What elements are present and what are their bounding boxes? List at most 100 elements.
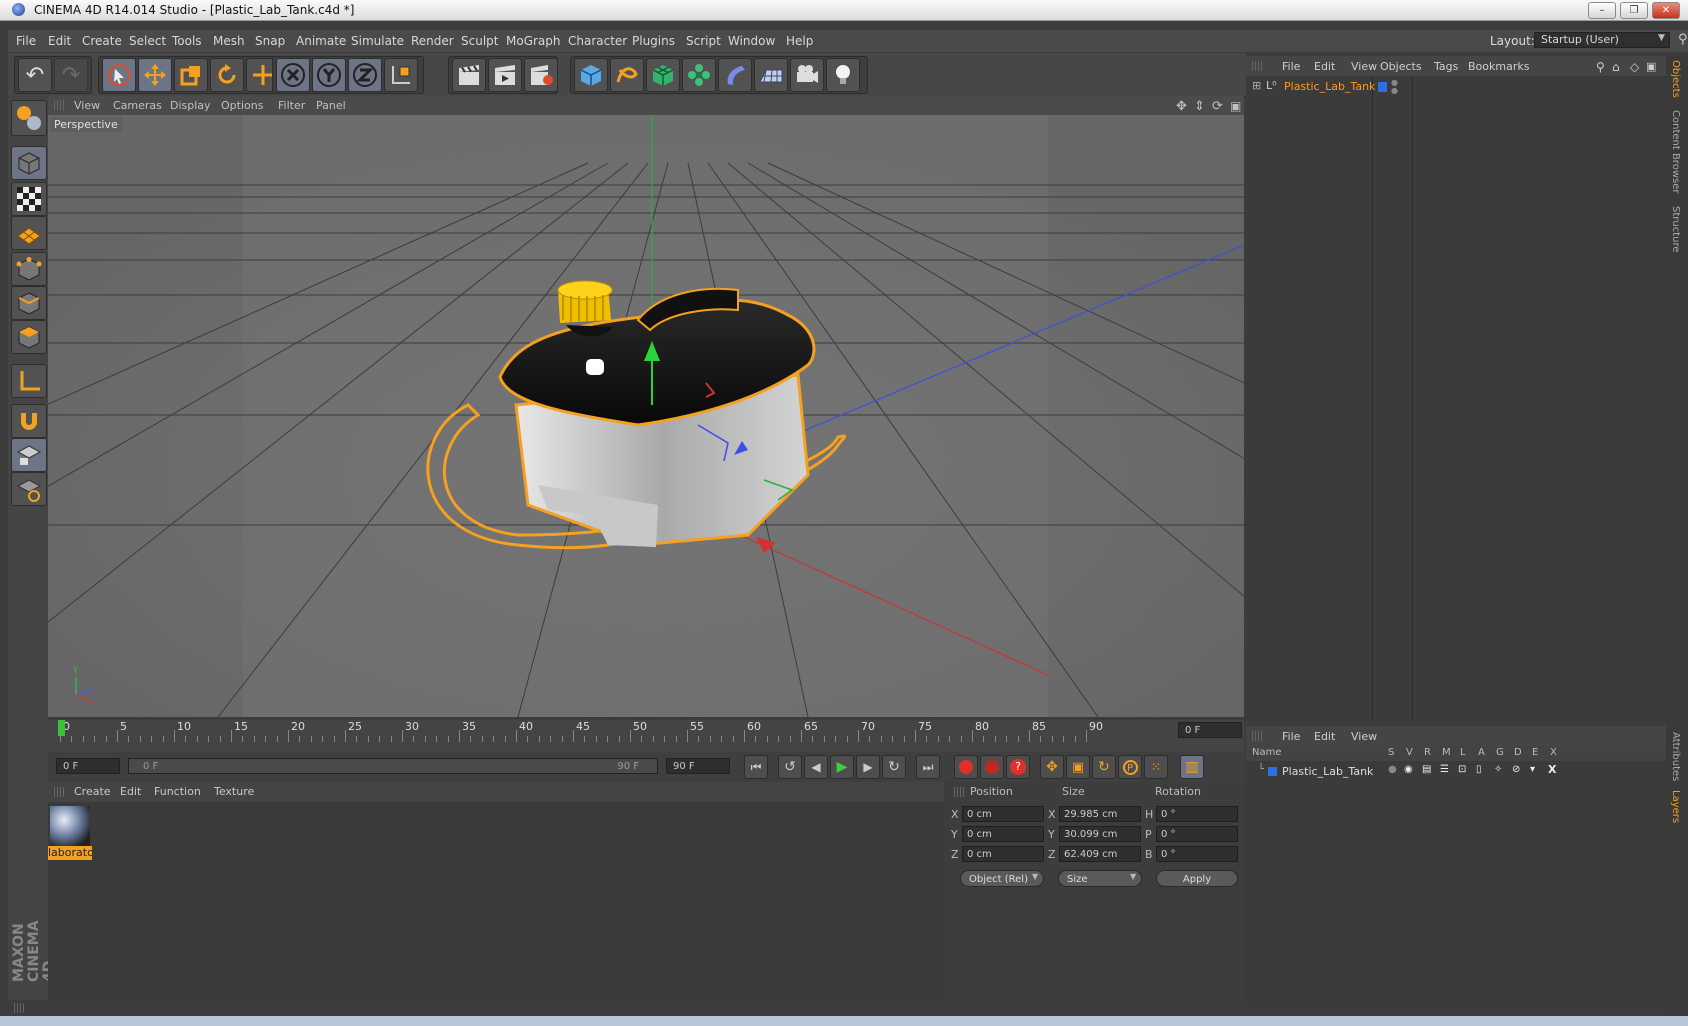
record-keys-button[interactable] [954, 755, 978, 779]
menu-file[interactable]: File [16, 34, 36, 48]
coordinate-system-button[interactable] [384, 58, 418, 92]
spline-button[interactable] [610, 58, 644, 92]
position-z-field[interactable]: 0 cm [962, 846, 1044, 862]
layer-expression-icon[interactable]: ▾ [1530, 764, 1535, 775]
home-icon[interactable]: ⌂ [1612, 60, 1620, 74]
y-axis-button[interactable] [312, 58, 346, 92]
model-mode-button[interactable] [11, 146, 47, 180]
layer-animation-icon[interactable]: ▯ [1476, 764, 1482, 775]
material-menu-edit[interactable]: Edit [120, 785, 141, 798]
snap-button[interactable] [11, 404, 47, 438]
polygons-mode-button[interactable] [11, 320, 47, 354]
object-menu-objects[interactable]: Objects [1380, 60, 1422, 73]
layer-lock-icon[interactable]: ⊡ [1458, 764, 1466, 775]
z-axis-button[interactable] [348, 58, 382, 92]
layer-menu-view[interactable]: View [1351, 730, 1377, 743]
visibility-dots-icon[interactable]: ● ● [1391, 79, 1398, 95]
rotation-b-field[interactable]: 0 ° [1156, 846, 1238, 862]
material-menu-function[interactable]: Function [154, 785, 201, 798]
diamond-icon[interactable]: ◇ [1630, 60, 1639, 74]
subdivision-surface-button[interactable] [646, 58, 680, 92]
parameter-key-button[interactable]: P [1118, 755, 1142, 779]
tab-structure[interactable]: Structure [1670, 206, 1681, 253]
timeline-range-slider[interactable]: 0 F 90 F [128, 758, 658, 774]
apply-button[interactable]: Apply [1156, 870, 1238, 887]
menu-create[interactable]: Create [82, 34, 122, 48]
material-menu-create[interactable]: Create [74, 785, 111, 798]
edges-mode-button[interactable] [11, 286, 47, 320]
viewport-menu-filter[interactable]: Filter [278, 99, 305, 112]
maximize-button[interactable]: ❐ [1620, 2, 1648, 19]
go-to-start-button[interactable]: ⏮ [744, 755, 768, 779]
axis-mode-button[interactable] [11, 364, 47, 398]
menu-render[interactable]: Render [411, 34, 454, 48]
tab-attributes[interactable]: Attributes [1670, 732, 1681, 781]
rotation-key-button[interactable]: ↻ [1092, 755, 1116, 779]
menu-select[interactable]: Select [129, 34, 166, 48]
menu-help[interactable]: Help [786, 34, 813, 48]
object-name[interactable]: Plastic_Lab_Tank [1284, 80, 1375, 93]
undo-button[interactable]: ↶ [18, 58, 52, 92]
menu-window[interactable]: Window [728, 34, 775, 48]
layer-manager-icon[interactable]: ☰ [1440, 764, 1449, 775]
object-menu-edit[interactable]: Edit [1314, 60, 1335, 73]
menu-edit[interactable]: Edit [48, 34, 71, 48]
current-frame-field[interactable]: 0 F [1178, 722, 1242, 738]
timeline-ruler[interactable]: 0 5 10 15 20 25 30 35 40 45 50 55 60 65 70 75 80 85 90 0 F [48, 720, 1244, 752]
layer-deformer-icon[interactable]: ⊘ [1512, 764, 1520, 775]
move-button[interactable] [138, 58, 172, 92]
previous-key-button[interactable]: ↺ [778, 755, 802, 779]
array-button[interactable] [682, 58, 716, 92]
camera-button[interactable] [790, 58, 824, 92]
viewport-zoom-icon[interactable]: ⇕ [1194, 99, 1205, 114]
viewport-maximize-icon[interactable]: ▣ [1230, 99, 1241, 113]
scale-key-button[interactable]: ▣ [1066, 755, 1090, 779]
viewport-menu-cameras[interactable]: Cameras [113, 99, 162, 112]
workplane-mode-button[interactable] [11, 216, 47, 250]
timeline-end-field[interactable]: 90 F [666, 758, 730, 774]
viewport-menu-options[interactable]: Options [221, 99, 263, 112]
object-menu-bookmarks[interactable]: Bookmarks [1468, 60, 1529, 73]
layer-solo-icon[interactable]: ● [1388, 764, 1397, 775]
menu-animate[interactable]: Animate [296, 34, 346, 48]
material-swatch[interactable]: laborato [48, 806, 92, 860]
timeline-window-button[interactable]: ▥ [1180, 755, 1204, 779]
render-settings-button[interactable] [524, 58, 558, 92]
next-key-button[interactable]: ↻ [882, 755, 906, 779]
light-button[interactable] [826, 58, 860, 92]
layer-xref-icon[interactable]: X [1548, 763, 1556, 776]
viewport-move-icon[interactable]: ✥ [1176, 99, 1187, 114]
object-menu-tags[interactable]: Tags [1434, 60, 1458, 73]
live-selection-button[interactable] [102, 58, 136, 92]
timeline-playhead[interactable] [58, 720, 65, 736]
layer-render-icon[interactable]: ▤ [1422, 764, 1431, 775]
autokeying-button[interactable] [980, 755, 1004, 779]
menu-mesh[interactable]: Mesh [213, 34, 245, 48]
point-level-key-button[interactable]: ⁙ [1144, 755, 1168, 779]
scale-button[interactable] [174, 58, 208, 92]
go-to-end-button[interactable]: ⏭ [916, 755, 940, 779]
rotation-h-field[interactable]: 0 ° [1156, 806, 1238, 822]
texture-mode-button[interactable] [11, 182, 47, 216]
close-button[interactable]: ✕ [1652, 2, 1680, 19]
menu-sculpt[interactable]: Sculpt [461, 34, 498, 48]
layer-view-eye-icon[interactable]: ◉ [1404, 764, 1413, 775]
object-menu-view[interactable]: View [1351, 60, 1377, 73]
tab-layers[interactable]: Layers [1670, 790, 1681, 823]
position-x-field[interactable]: 0 cm [962, 806, 1044, 822]
menu-plugins[interactable]: Plugins [632, 34, 675, 48]
deformer-button[interactable] [718, 58, 752, 92]
layer-row[interactable]: └ Plastic_Lab_Tank ● ◉ ▤ ☰ ⊡ ▯ ✧ ⊘ ▾ X [1246, 763, 1666, 779]
floor-button[interactable] [754, 58, 788, 92]
make-editable-button[interactable] [11, 100, 47, 136]
material-menu-texture[interactable]: Texture [214, 785, 254, 798]
perspective-viewport[interactable]: Y Perspective [48, 115, 1244, 717]
menu-mograph[interactable]: MoGraph [506, 34, 561, 48]
points-mode-button[interactable] [11, 252, 47, 286]
render-picture-viewer-button[interactable] [488, 58, 522, 92]
minimize-button[interactable]: – [1588, 2, 1616, 19]
viewport-rotate-icon[interactable]: ⟳ [1212, 99, 1223, 114]
previous-frame-button[interactable]: ◀ [804, 755, 828, 779]
object-row[interactable]: ⊞ L⁰ Plastic_Lab_Tank ● ● [1246, 79, 1666, 95]
object-menu-file[interactable]: File [1282, 60, 1300, 73]
